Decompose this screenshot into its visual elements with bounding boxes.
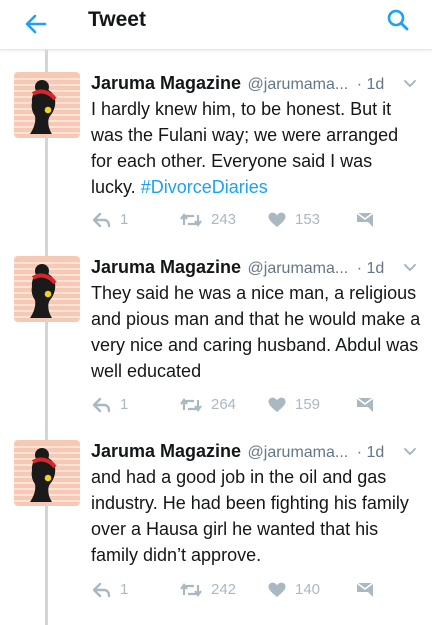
- chevron-down-icon: [404, 264, 416, 271]
- thread-connector: [45, 322, 48, 442]
- tweet-header: Jaruma Magazine @jarumama... · 1d: [91, 72, 431, 94]
- tweet-actions: 1 243 153: [0, 208, 432, 232]
- reply-button[interactable]: 1: [93, 208, 128, 232]
- like-button[interactable]: 159: [268, 393, 320, 417]
- reply-icon: [93, 397, 111, 413]
- tweet-header: Jaruma Magazine @jarumama... · 1d: [91, 440, 431, 462]
- tweet-header: Jaruma Magazine @jarumama... · 1d: [91, 256, 431, 278]
- retweet-icon: [180, 213, 202, 227]
- tweet-menu-button[interactable]: [400, 74, 420, 94]
- retweet-icon: [180, 398, 202, 412]
- tweet-text: and had a good job in the oil and gas in…: [91, 464, 421, 568]
- heart-icon: [268, 212, 286, 227]
- like-count: 153: [295, 211, 321, 228]
- direct-message-button[interactable]: [356, 393, 374, 417]
- chevron-down-icon: [404, 448, 416, 455]
- profile-silhouette-icon: [14, 72, 80, 138]
- heart-icon: [268, 582, 286, 597]
- avatar[interactable]: [14, 256, 80, 322]
- timestamp: 1d: [366, 260, 385, 277]
- retweet-count: 264: [211, 396, 237, 413]
- author-name[interactable]: Jaruma Magazine: [91, 257, 241, 277]
- tweet-actions: 1 264 159: [0, 393, 432, 417]
- separator: ·: [356, 444, 363, 461]
- reply-count: 1: [120, 581, 129, 598]
- tweet-text: They said he was a nice man, a religious…: [91, 280, 421, 384]
- retweet-icon: [180, 583, 202, 597]
- thread-connector: [45, 138, 48, 258]
- author-handle: @jarumama...: [247, 444, 349, 461]
- separator: ·: [356, 260, 363, 277]
- reply-button[interactable]: 1: [93, 578, 128, 602]
- author-name[interactable]: Jaruma Magazine: [91, 441, 241, 461]
- timestamp: 1d: [366, 76, 385, 93]
- reply-count: 1: [120, 211, 129, 228]
- top-bar: Tweet: [0, 0, 432, 50]
- like-button[interactable]: 140: [268, 578, 320, 602]
- tweet-menu-button[interactable]: [400, 442, 420, 462]
- profile-silhouette-icon: [14, 440, 80, 506]
- tweet-menu-button[interactable]: [400, 258, 420, 278]
- retweet-button[interactable]: 242: [180, 578, 236, 602]
- direct-message-icon: [356, 212, 374, 227]
- reply-count: 1: [120, 396, 129, 413]
- like-count: 140: [295, 581, 321, 598]
- tweet-text: I hardly knew him, to be honest. But it …: [91, 96, 421, 200]
- profile-silhouette-icon: [14, 256, 80, 322]
- direct-message-icon: [356, 397, 374, 412]
- chevron-down-icon: [404, 80, 416, 87]
- retweet-button[interactable]: 243: [180, 208, 236, 232]
- reply-button[interactable]: 1: [93, 393, 128, 417]
- direct-message-icon: [356, 582, 374, 597]
- thread-connector: [45, 506, 48, 625]
- search-icon: [387, 9, 409, 31]
- hashtag-link[interactable]: #DivorceDiaries: [141, 177, 268, 197]
- direct-message-button[interactable]: [356, 578, 374, 602]
- author-handle: @jarumama...: [247, 76, 349, 93]
- author-handle: @jarumama...: [247, 260, 349, 277]
- thread-connector: [45, 50, 48, 72]
- tweet-actions: 1 242 140: [0, 578, 432, 602]
- search-button[interactable]: [380, 2, 416, 38]
- retweet-button[interactable]: 264: [180, 393, 236, 417]
- back-button[interactable]: [18, 6, 54, 42]
- tweet-body-text: and had a good job in the oil and gas in…: [91, 467, 409, 565]
- page-title: Tweet: [88, 8, 146, 31]
- author-name[interactable]: Jaruma Magazine: [91, 73, 241, 93]
- direct-message-button[interactable]: [356, 208, 374, 232]
- arrow-left-icon: [25, 14, 47, 34]
- reply-icon: [93, 212, 111, 228]
- like-count: 159: [295, 396, 321, 413]
- retweet-count: 242: [211, 581, 237, 598]
- reply-icon: [93, 582, 111, 598]
- separator: ·: [356, 76, 363, 93]
- retweet-count: 243: [211, 211, 237, 228]
- heart-icon: [268, 397, 286, 412]
- timestamp: 1d: [366, 444, 385, 461]
- tweet-body-text: They said he was a nice man, a religious…: [91, 283, 421, 381]
- like-button[interactable]: 153: [268, 208, 320, 232]
- avatar[interactable]: [14, 440, 80, 506]
- avatar[interactable]: [14, 72, 80, 138]
